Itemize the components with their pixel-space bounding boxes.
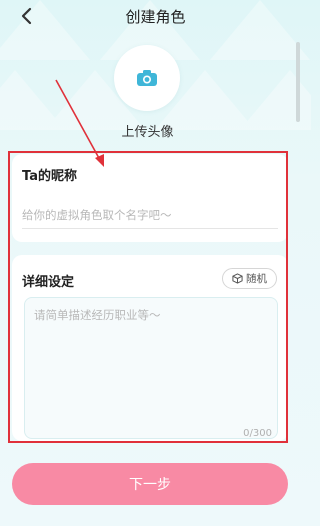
- random-label: 随机: [246, 273, 267, 285]
- upload-avatar-button[interactable]: [114, 45, 180, 111]
- details-textarea[interactable]: [24, 297, 278, 439]
- camera-icon: [137, 70, 157, 86]
- header: 创建角色: [0, 0, 311, 34]
- nickname-input[interactable]: [22, 202, 278, 229]
- scrollbar[interactable]: [296, 42, 300, 122]
- random-button[interactable]: 随机: [222, 268, 277, 289]
- details-card: 详细设定 随机 0/300: [12, 255, 288, 441]
- cube-icon: [232, 273, 243, 284]
- details-title: 详细设定: [22, 275, 75, 290]
- char-counter: 0/300: [243, 428, 272, 439]
- next-step-button[interactable]: 下一步: [12, 463, 288, 505]
- nickname-title: Ta的昵称: [22, 169, 77, 184]
- page-title: 创建角色: [125, 8, 186, 26]
- nickname-card: Ta的昵称: [12, 154, 288, 242]
- avatar-label: 上传头像: [121, 125, 174, 140]
